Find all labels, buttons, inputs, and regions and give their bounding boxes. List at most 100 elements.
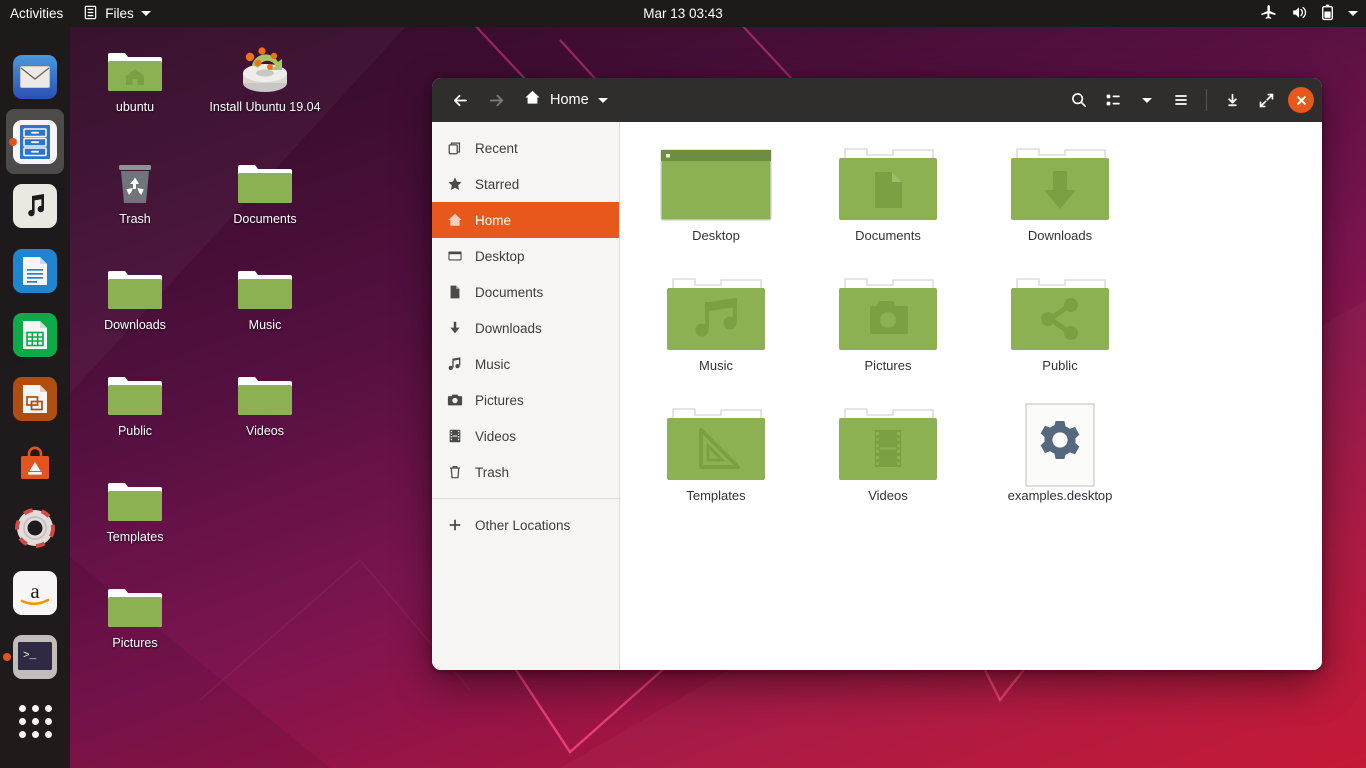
file-item-label: Downloads — [1027, 228, 1093, 243]
window-body: Recent Starred Home Desktop Documents Do… — [432, 122, 1322, 670]
sidebar-item-label: Recent — [475, 140, 518, 156]
desktop-icon-downloads[interactable]: Downloads — [75, 255, 195, 333]
music-note-icon — [13, 184, 57, 229]
dock-item-libreoffice-impress[interactable] — [0, 367, 70, 431]
clock[interactable]: Mar 13 03:43 — [643, 6, 723, 21]
desktop-icon-label: Documents — [233, 212, 297, 226]
forward-button[interactable] — [480, 84, 512, 116]
sidebar-item-label: Downloads — [475, 320, 542, 336]
desktop-icon-label: Public — [117, 424, 153, 438]
dock-item-libreoffice-calc[interactable] — [0, 303, 70, 367]
file-list-view[interactable]: Desktop Documents Downloads Music Pictur… — [620, 122, 1322, 670]
path-bar-home[interactable]: Home — [516, 84, 616, 116]
sidebar-item-label: Trash — [475, 464, 510, 480]
dock-item-terminal[interactable]: >_ — [0, 625, 70, 689]
desktop-icon-music[interactable]: Music — [205, 255, 325, 333]
maximize-button[interactable] — [1250, 84, 1282, 116]
folder-icon — [205, 361, 325, 419]
sidebar-item-desktop[interactable]: Desktop — [432, 238, 619, 274]
folder-icon — [75, 573, 195, 631]
desktop-icon-label: Downloads — [104, 318, 166, 332]
chevron-down-icon — [140, 11, 151, 16]
spreadsheet-icon — [13, 313, 57, 358]
show-applications-button[interactable] — [0, 690, 70, 754]
downloads-folder-icon — [1003, 144, 1117, 226]
software-bag-icon — [13, 442, 57, 486]
document-icon — [446, 284, 463, 300]
desktop-icon-templates[interactable]: Templates — [75, 467, 195, 545]
dock-item-files[interactable] — [6, 109, 64, 174]
public-folder-icon — [1003, 274, 1117, 356]
file-manager-icon — [13, 119, 57, 164]
dock-item-rhythmbox[interactable] — [0, 174, 70, 238]
dock-item-libreoffice-writer[interactable] — [0, 238, 70, 302]
pictures-folder-icon — [831, 274, 945, 356]
dock-item-thunderbird[interactable] — [0, 45, 70, 109]
file-item-pictures[interactable]: Pictures — [802, 268, 974, 398]
mail-icon — [13, 55, 57, 100]
sidebar-item-music[interactable]: Music — [432, 346, 619, 382]
file-item-public[interactable]: Public — [974, 268, 1146, 398]
system-menu-chevron-icon[interactable] — [1348, 11, 1358, 16]
dock-item-amazon[interactable]: a — [0, 561, 70, 625]
sidebar-item-label: Pictures — [475, 392, 524, 408]
window-header-bar: Home — [432, 78, 1322, 122]
sidebar-item-label: Music — [475, 356, 511, 372]
menu-button[interactable] — [1165, 84, 1197, 116]
desktop-icon-videos[interactable]: Videos — [205, 361, 325, 439]
sidebar-item-recent[interactable]: Recent — [432, 130, 619, 166]
file-item-videos[interactable]: Videos — [802, 398, 974, 528]
app-menu-files[interactable]: Files — [75, 5, 159, 23]
file-item-desktop[interactable]: Desktop — [630, 138, 802, 268]
desktop-icon-public[interactable]: Public — [75, 361, 195, 439]
desktop-icon-install-ubuntu[interactable]: Install Ubuntu 19.04 — [205, 37, 325, 115]
view-mode-button[interactable] — [1097, 84, 1129, 116]
sidebar-item-starred[interactable]: Starred — [432, 166, 619, 202]
desktop-icon-pictures[interactable]: Pictures — [75, 573, 195, 651]
battery-icon[interactable] — [1320, 4, 1335, 24]
view-options-button[interactable] — [1131, 84, 1163, 116]
home-icon — [446, 212, 463, 228]
system-tray — [1260, 4, 1358, 24]
sidebar-item-videos[interactable]: Videos — [432, 418, 619, 454]
airplane-mode-icon[interactable] — [1260, 4, 1277, 24]
sidebar-item-home[interactable]: Home — [432, 202, 619, 238]
activities-button[interactable]: Activities — [0, 0, 75, 27]
search-button[interactable] — [1063, 84, 1095, 116]
back-button[interactable] — [444, 84, 476, 116]
file-manager-window: Home Recent Starred Home Desktop Documen… — [432, 78, 1322, 670]
file-item-templates[interactable]: Templates — [630, 398, 802, 528]
dock-item-ubuntu-software[interactable] — [0, 432, 70, 496]
camera-icon — [446, 392, 463, 408]
terminal-icon: >_ — [13, 635, 57, 680]
desktop-icon-trash[interactable]: Trash — [75, 149, 195, 227]
close-button[interactable] — [1288, 87, 1314, 113]
dock-item-help[interactable] — [0, 496, 70, 560]
sidebar-item-downloads[interactable]: Downloads — [432, 310, 619, 346]
desktop: Activities Files Mar 13 03:43 a >_ ubunt… — [0, 0, 1366, 768]
file-item-label: Templates — [686, 488, 746, 503]
documents-folder-icon — [831, 144, 945, 226]
file-item-label: Pictures — [864, 358, 912, 373]
top-bar: Activities Files Mar 13 03:43 — [0, 0, 1366, 27]
file-item-label: Music — [699, 358, 733, 373]
desktop-icon-ubuntu[interactable]: ubuntu — [75, 37, 195, 115]
volume-icon[interactable] — [1290, 4, 1307, 24]
desktop-icon-documents[interactable]: Documents — [205, 149, 325, 227]
apps-grid-icon — [18, 705, 52, 739]
file-item-documents[interactable]: Documents — [802, 138, 974, 268]
sidebar-item-other-locations[interactable]: Other Locations — [432, 507, 619, 543]
file-item-music[interactable]: Music — [630, 268, 802, 398]
sidebar-item-trash[interactable]: Trash — [432, 454, 619, 490]
sidebar-item-label: Documents — [475, 284, 544, 300]
file-item-downloads[interactable]: Downloads — [974, 138, 1146, 268]
sidebar-item-pictures[interactable]: Pictures — [432, 382, 619, 418]
sidebar-item-label: Home — [475, 212, 512, 228]
download-arrow-icon — [446, 320, 463, 336]
svg-text:>_: >_ — [23, 650, 37, 662]
sidebar-separator — [432, 498, 619, 499]
sidebar-item-documents[interactable]: Documents — [432, 274, 619, 310]
file-item-examples-desktop[interactable]: examples.desktop — [974, 398, 1146, 528]
plus-icon — [446, 517, 463, 533]
minimize-button[interactable] — [1216, 84, 1248, 116]
